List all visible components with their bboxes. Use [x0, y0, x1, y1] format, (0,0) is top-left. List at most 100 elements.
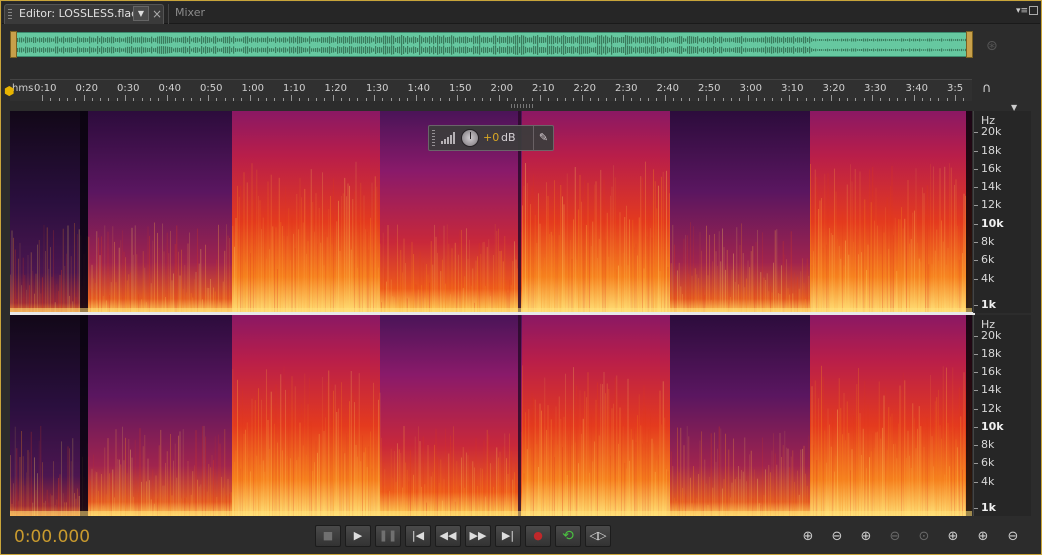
- frequency-tick: [974, 390, 978, 392]
- ruler-minor-tick: [257, 98, 259, 101]
- overview-navigator[interactable]: [10, 31, 973, 58]
- headphones-icon[interactable]: ∩: [982, 81, 992, 96]
- ruler-minor-tick: [232, 98, 234, 101]
- ruler-minor-tick: [896, 98, 898, 101]
- frequency-tick: [974, 508, 978, 510]
- ruler-minor-tick: [631, 98, 633, 101]
- ruler-minor-tick: [963, 98, 965, 101]
- ruler-minor-tick: [722, 98, 724, 101]
- resize-grip[interactable]: [511, 104, 533, 108]
- volume-meter-icon: [441, 132, 455, 144]
- tab-mixer[interactable]: Mixer: [168, 4, 228, 24]
- frequency-label: 6k: [981, 456, 995, 470]
- frequency-label: 16k: [981, 161, 1002, 175]
- ruler-minor-tick: [531, 98, 533, 101]
- frequency-label: 8k: [981, 438, 995, 452]
- fast-forward-button[interactable]: ▶▶: [465, 525, 491, 547]
- ruler-minor-tick: [556, 98, 558, 101]
- ruler-minor-tick: [307, 98, 309, 101]
- ruler-label: 3:5: [947, 83, 964, 94]
- record-button[interactable]: ●: [525, 525, 551, 547]
- spectrogram-channel-right[interactable]: [10, 315, 972, 516]
- ruler-major-tick: [623, 95, 624, 101]
- tab-editor[interactable]: Editor: LOSSLESS.flac ▼ ×: [4, 4, 164, 24]
- ruler-major-tick: [706, 95, 707, 101]
- zoom-in-right-button[interactable]: ⊕: [972, 527, 994, 547]
- frequency-label: 14k: [981, 383, 1002, 397]
- panel-menu-icon[interactable]: ▾≡: [1016, 6, 1028, 16]
- ruler-label: 0:50: [200, 83, 223, 94]
- ruler-minor-tick: [755, 98, 757, 101]
- pin-icon[interactable]: ✎: [533, 126, 553, 150]
- amplitude-hud[interactable]: +0 dB ✎: [428, 125, 554, 151]
- ruler-minor-tick: [888, 98, 890, 101]
- zoom-out-full-button[interactable]: ⊖: [1002, 527, 1024, 547]
- ruler-minor-tick: [199, 98, 201, 101]
- ruler-label: 3:30: [864, 83, 887, 94]
- ruler-minor-tick: [921, 98, 923, 101]
- ruler-minor-tick: [598, 98, 600, 101]
- zoom-in-left-button[interactable]: ⊕: [942, 527, 964, 547]
- zoom-to-selection-button[interactable]: ⊙: [913, 527, 935, 547]
- zoom-out-time-button[interactable]: ⊖: [884, 527, 906, 547]
- ruler-major-tick: [415, 95, 417, 101]
- zoom-navigator-icon[interactable]: ⊛: [986, 38, 998, 54]
- ruler-minor-tick: [780, 98, 782, 101]
- ruler-minor-tick: [365, 98, 367, 101]
- frequency-tick: [974, 481, 978, 483]
- overview-waveform: [11, 35, 972, 55]
- ruler-minor-tick: [714, 98, 716, 101]
- ruler-minor-tick: [764, 98, 766, 101]
- ruler-major-tick: [872, 95, 873, 101]
- ruler-minor-tick: [133, 98, 135, 101]
- frequency-tick: [974, 372, 978, 374]
- volume-knob[interactable]: [461, 129, 479, 147]
- ruler-minor-tick: [797, 98, 799, 101]
- frequency-label: 10k: [981, 216, 1004, 230]
- zoom-in-amplitude-button[interactable]: ⊕: [797, 527, 819, 547]
- stop-button[interactable]: ■: [315, 525, 341, 547]
- ruler-major-tick: [374, 95, 375, 101]
- loop-button[interactable]: ⟲: [555, 525, 581, 547]
- ruler-minor-tick: [382, 98, 384, 101]
- close-icon[interactable]: ×: [152, 5, 162, 23]
- zoom-out-amplitude-button[interactable]: ⊖: [826, 527, 848, 547]
- ruler-minor-tick: [149, 98, 151, 101]
- frequency-label: 12k: [981, 401, 1002, 415]
- ruler-label: 3:00: [739, 83, 762, 94]
- ruler-minor-tick: [647, 98, 649, 101]
- ruler-minor-tick: [116, 98, 118, 101]
- ruler-major-tick: [125, 95, 126, 101]
- skip-selection-button[interactable]: ◁▷: [585, 525, 611, 547]
- rewind-button[interactable]: ◀◀: [435, 525, 461, 547]
- ruler-minor-tick: [50, 98, 52, 101]
- ruler-minor-tick: [880, 98, 882, 101]
- frequency-tick: [974, 150, 978, 152]
- go-to-end-button[interactable]: ▶|: [495, 525, 521, 547]
- overview-right-handle[interactable]: [966, 31, 973, 58]
- ruler-major-tick: [166, 95, 168, 101]
- tab-grip-icon[interactable]: [8, 9, 12, 19]
- playhead-marker-icon[interactable]: ⬢: [4, 85, 14, 98]
- timeline-ruler[interactable]: hms 0:10 0:20 0:30 0:40 0:50 1:00 1:10 1:20 1:30 1…: [10, 79, 972, 101]
- ruler-minor-tick: [863, 98, 865, 101]
- play-button[interactable]: ▶: [345, 525, 371, 547]
- ruler-minor-tick: [905, 98, 907, 101]
- ruler-label: 1:50: [449, 83, 472, 94]
- ruler-minor-tick: [838, 98, 840, 101]
- frequency-label: 20k: [981, 125, 1002, 138]
- go-to-start-button[interactable]: |◀: [405, 525, 431, 547]
- maximize-panel-icon[interactable]: [1029, 6, 1038, 15]
- pause-button[interactable]: ❚❚: [375, 525, 401, 547]
- overview-left-handle[interactable]: [10, 31, 17, 58]
- chevron-down-icon[interactable]: ▼: [133, 6, 149, 21]
- zoom-in-time-button[interactable]: ⊕: [855, 527, 877, 547]
- frequency-label: 18k: [981, 347, 1002, 361]
- ruler-minor-tick: [191, 98, 193, 101]
- ruler-minor-tick: [813, 98, 815, 101]
- volume-value[interactable]: +0: [483, 131, 499, 144]
- panel-tab-bar: Editor: LOSSLESS.flac ▼ × Mixer ▾≡: [2, 2, 1040, 24]
- ruler-minor-tick: [299, 98, 301, 101]
- frequency-tick: [974, 335, 978, 337]
- hud-grip-icon[interactable]: [432, 130, 435, 146]
